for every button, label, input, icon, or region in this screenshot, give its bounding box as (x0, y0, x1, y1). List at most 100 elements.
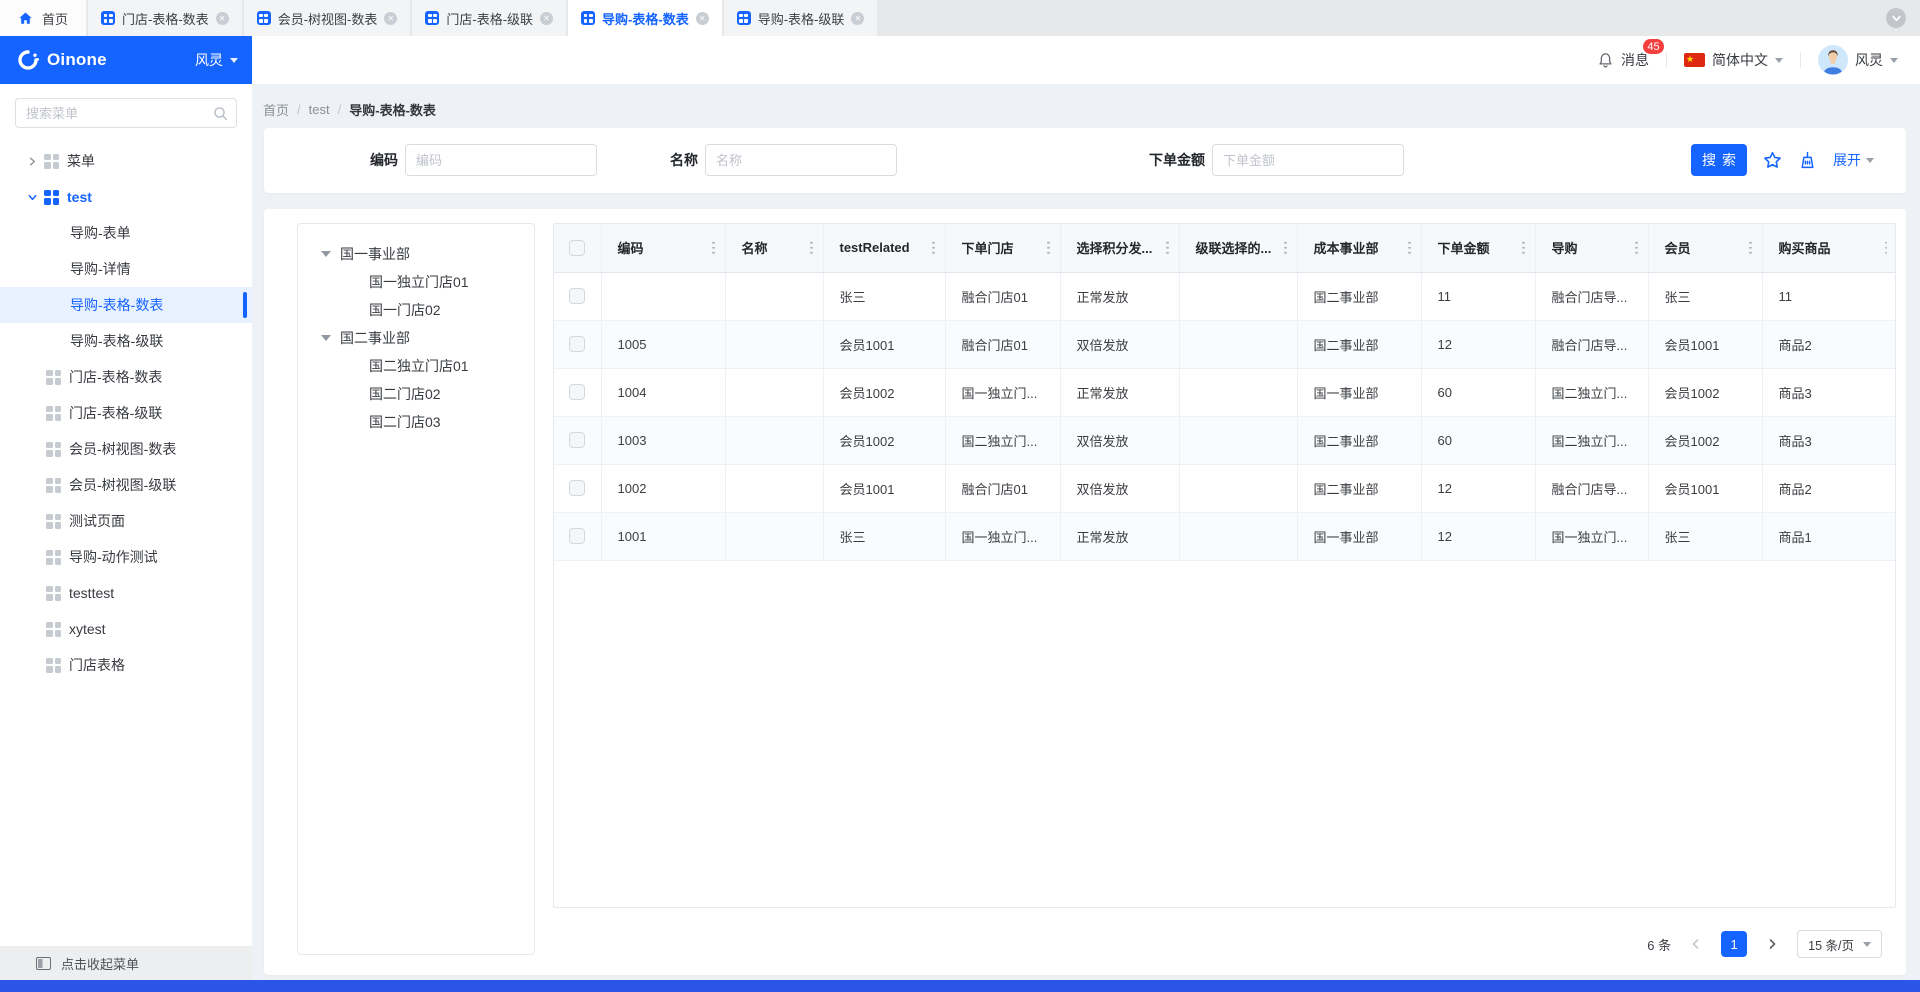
view-tab-导购-表格-级联[interactable]: 导购-表格-级联 ✕ (723, 0, 878, 36)
sidebar-item-门店-表格-数表[interactable]: 门店-表格-数表 (0, 359, 252, 395)
sidebar-item-导购-详情[interactable]: 导购-详情 (0, 251, 252, 287)
caret-down-icon[interactable] (321, 335, 331, 341)
breadcrumb-item[interactable]: 首页 (263, 100, 289, 119)
tree-node-国一独立门店01[interactable]: 国一独立门店01 (298, 268, 534, 296)
tab-home[interactable]: 首页 (0, 0, 87, 36)
view-tab-会员-树视图-数表[interactable]: 会员-树视图-数表 ✕ (243, 0, 411, 36)
table-box: 编码 名称 testRelated 下单门店 选择积分发... 级联选择的... 成本事业部… (553, 223, 1896, 908)
favorite-star-icon[interactable] (1763, 151, 1782, 170)
sidebar-item-会员-树视图-数表[interactable]: 会员-树视图-数表 (0, 431, 252, 467)
sidebar-item-门店-表格-级联[interactable]: 门店-表格-级联 (0, 395, 252, 431)
sidebar-item-导购-动作测试[interactable]: 导购-动作测试 (0, 539, 252, 575)
column-menu-icon[interactable] (1635, 241, 1638, 254)
sidebar-item-导购-表格-级联[interactable]: 导购-表格-级联 (0, 323, 252, 359)
sidebar-item-菜单[interactable]: 菜单 (0, 143, 252, 179)
column-header-名称[interactable]: 名称 (725, 224, 824, 273)
column-header-会员[interactable]: 会员 (1648, 224, 1763, 273)
column-menu-icon[interactable] (1522, 241, 1525, 254)
next-page-button[interactable] (1759, 931, 1785, 957)
column-header-下单金额[interactable]: 下单金额 (1421, 224, 1536, 273)
column-menu-icon[interactable] (1408, 241, 1411, 254)
page-size-value: 15 条/页 (1808, 938, 1854, 953)
column-menu-icon[interactable] (1749, 241, 1752, 254)
row-checkbox[interactable] (569, 528, 586, 545)
menu-search-input[interactable] (15, 98, 237, 128)
code-input[interactable] (405, 144, 597, 176)
clear-brush-icon[interactable] (1798, 151, 1817, 170)
row-checkbox[interactable] (569, 288, 586, 305)
language-selector[interactable]: ★ 简体中文 (1684, 50, 1783, 70)
view-tab-门店-表格-数表[interactable]: 门店-表格-数表 ✕ (88, 0, 242, 36)
close-icon[interactable]: ✕ (540, 11, 554, 25)
column-menu-icon[interactable] (712, 241, 715, 254)
column-header-testRelated[interactable]: testRelated (823, 224, 946, 273)
name-input[interactable] (705, 144, 897, 176)
tree-node-国二事业部[interactable]: 国二事业部 (298, 324, 534, 352)
collapse-menu-button[interactable]: 点击收起菜单 (0, 946, 252, 980)
caret-down-icon[interactable] (321, 251, 331, 257)
close-icon[interactable]: ✕ (215, 11, 229, 25)
amount-input[interactable] (1212, 144, 1404, 176)
column-label: 下单门店 (961, 241, 1014, 257)
sidebar-item-导购-表格-数表[interactable]: 导购-表格-数表 (0, 287, 252, 323)
column-menu-icon[interactable] (932, 241, 935, 254)
divider (1800, 52, 1801, 68)
column-header-成本事业部[interactable]: 成本事业部 (1297, 224, 1422, 273)
view-tab-门店-表格-级联[interactable]: 门店-表格-级联 ✕ (412, 0, 567, 36)
data-table: 编码 名称 testRelated 下单门店 选择积分发... 级联选择的... 成本事业部… (554, 224, 1895, 561)
column-menu-icon[interactable] (1047, 241, 1050, 254)
sidebar-item-会员-树视图-级联[interactable]: 会员-树视图-级联 (0, 467, 252, 503)
table-cell: 1003 (601, 416, 726, 465)
prev-page-button[interactable] (1683, 931, 1709, 957)
column-header-导购[interactable]: 导购 (1535, 224, 1649, 273)
table-cell: 正常发放 (1060, 368, 1180, 417)
column-menu-icon[interactable] (1884, 241, 1887, 254)
view-tab-bar: 首页 门店-表格-数表 ✕ 会员-树视图-数表 ✕ 门店-表格-级联 ✕ 导购-表格-数表 ✕… (0, 0, 1920, 36)
column-header-级联选择的...[interactable]: 级联选择的... (1179, 224, 1298, 273)
select-all-checkbox[interactable] (569, 240, 586, 257)
search-button[interactable]: 搜索 (1691, 144, 1747, 176)
row-checkbox[interactable] (569, 432, 586, 449)
page-size-select[interactable]: 15 条/页 (1797, 930, 1882, 958)
tree-node-国二门店03[interactable]: 国二门店03 (298, 408, 534, 436)
tree-node-国二门店02[interactable]: 国二门店02 (298, 380, 534, 408)
user-menu[interactable]: 风灵 (1818, 45, 1898, 75)
column-header-选择积分发...[interactable]: 选择积分发... (1060, 224, 1180, 273)
column-header-下单门店[interactable]: 下单门店 (945, 224, 1061, 273)
column-header-编码[interactable]: 编码 (601, 224, 726, 273)
sidebar-item-导购-表单[interactable]: 导购-表单 (0, 215, 252, 251)
row-checkbox[interactable] (569, 336, 586, 353)
expand-toggle[interactable]: 展开 (1833, 150, 1874, 170)
sidebar-item-xytest[interactable]: xytest (0, 611, 252, 647)
tree-node-国一事业部[interactable]: 国一事业部 (298, 240, 534, 268)
current-page[interactable]: 1 (1721, 931, 1748, 957)
table-cell (1179, 368, 1298, 417)
column-menu-icon[interactable] (1166, 241, 1169, 254)
column-menu-icon[interactable] (1284, 241, 1287, 254)
chevron-right-icon (1769, 939, 1776, 949)
close-icon[interactable]: ✕ (695, 11, 709, 25)
env-switcher[interactable]: 风灵 (195, 50, 238, 70)
row-checkbox[interactable] (569, 384, 586, 401)
sidebar-item-门店表格[interactable]: 门店表格 (0, 647, 252, 683)
table-row: 1004 会员1002 国一独立门... 正常发放 国一事业部 60 国二独立门... 会员1… (554, 368, 1895, 417)
sidebar-item-测试页面[interactable]: 测试页面 (0, 503, 252, 539)
tree-node-国二独立门店01[interactable]: 国二独立门店01 (298, 352, 534, 380)
breadcrumb-item[interactable]: test (309, 102, 330, 117)
row-checkbox[interactable] (569, 480, 586, 497)
table-area: 编码 名称 testRelated 下单门店 选择积分发... 级联选择的... 成本事业部… (553, 223, 1896, 975)
messages-button[interactable]: 消息 45 (1597, 38, 1665, 70)
column-header-购买商品[interactable]: 购买商品 (1762, 224, 1895, 273)
column-menu-icon[interactable] (810, 241, 813, 254)
close-icon[interactable]: ✕ (851, 11, 865, 25)
tab-overflow-button[interactable] (1886, 8, 1906, 28)
breadcrumb: 首页 / test / 导购-表格-数表 (263, 96, 1920, 122)
table-cell: 张三 (1648, 272, 1763, 321)
close-icon[interactable]: ✕ (384, 11, 398, 25)
sidebar-item-testtest[interactable]: testtest (0, 575, 252, 611)
column-label: 购买商品 (1778, 241, 1831, 257)
tree-node-国一门店02[interactable]: 国一门店02 (298, 296, 534, 324)
sidebar-item-test[interactable]: test (0, 179, 252, 215)
menu-search (15, 98, 237, 128)
view-tab-导购-表格-数表[interactable]: 导购-表格-数表 ✕ (568, 0, 722, 36)
